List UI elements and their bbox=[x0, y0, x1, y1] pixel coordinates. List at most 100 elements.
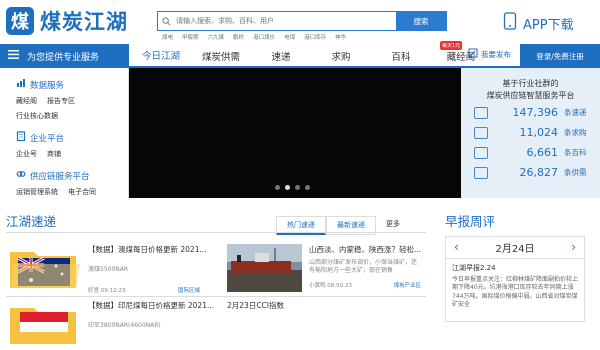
menu-link[interactable]: 行业核心数据 bbox=[16, 111, 128, 121]
hot-word[interactable]: 甲醇期 bbox=[182, 33, 199, 41]
carousel-dot[interactable] bbox=[275, 185, 280, 190]
menu-link[interactable]: 藏经阁 bbox=[16, 96, 37, 106]
news-category[interactable]: 煤炭产业区 bbox=[393, 281, 421, 289]
stat-label: 条百科 bbox=[564, 148, 587, 157]
carousel-dot[interactable] bbox=[305, 185, 310, 190]
link-icon bbox=[16, 169, 26, 182]
brief-item-title[interactable]: 江湖早报2.24 bbox=[452, 264, 578, 273]
service-menu-label: 为您提供专业服务 bbox=[27, 52, 100, 63]
divider bbox=[6, 232, 426, 233]
news-category[interactable]: 国际区域 bbox=[178, 286, 200, 294]
menu-section-label: 供应链服务平台 bbox=[30, 171, 90, 182]
banner-carousel[interactable] bbox=[129, 68, 461, 198]
tab-today[interactable]: 今日江湖 bbox=[131, 44, 191, 68]
stats-header-line: 基于行业社群的 bbox=[502, 79, 559, 88]
service-menu-toggle[interactable]: 为您提供专业服务 bbox=[0, 44, 129, 68]
brief-panel: ‹ 2月24日 › 江湖早报2.24 今日早报重点关注：红柳林煤矿降面副拍价较上… bbox=[445, 236, 585, 322]
hot-search-words: 煤电 甲醇期 六九媒 鹏桥 港口煤价 电煤 港口库存 神华 bbox=[162, 33, 346, 41]
hot-word[interactable]: 神华 bbox=[335, 33, 346, 41]
brief-item-text: 今日早报重点关注：红柳林煤矿降面副拍价较上期下降40元。坑港海港口库存较去年同期… bbox=[452, 275, 579, 309]
hot-word[interactable]: 煤电 bbox=[162, 33, 173, 41]
stat-row-express[interactable]: 147,396 条速递 bbox=[461, 103, 600, 122]
menu-section-title[interactable]: 供应链服务平台 bbox=[16, 169, 128, 182]
chart-icon bbox=[16, 78, 26, 91]
news-card-title[interactable]: 山西淡、内蒙稳、陕西涨？轻松... bbox=[309, 244, 421, 255]
carousel-dot[interactable] bbox=[295, 185, 300, 190]
phone-icon bbox=[503, 12, 517, 34]
news-card-title[interactable]: 2月23日CCI指数 bbox=[227, 300, 284, 311]
main-nav: 为您提供专业服务 今日江湖 煤炭供需 速递 求购 百科 藏经阁 每天1元 我要发… bbox=[0, 41, 600, 68]
menu-link[interactable]: 报告专区 bbox=[47, 96, 75, 106]
stat-label: 条供需 bbox=[564, 168, 587, 177]
app-download-link[interactable]: APP下载 bbox=[503, 12, 574, 34]
menu-section-enterprise: 企业平台 企业号 商铺 bbox=[0, 121, 128, 159]
chevron-left-icon[interactable]: ‹ bbox=[454, 240, 459, 254]
brief-date: 2月24日 bbox=[495, 244, 535, 255]
search-button[interactable]: 搜索 bbox=[396, 12, 446, 30]
hot-word[interactable]: 鹏桥 bbox=[233, 33, 244, 41]
stat-value: 11,024 bbox=[519, 126, 559, 139]
service-menu: 数据服务 藏经阁 报告专区 行业核心数据 企业平台 企业号 商铺 供应链服务平台… bbox=[0, 68, 129, 198]
news-card-body: 山西淡、内蒙稳、陕西涨？轻松... 山西部分煤矿发布调价，小保当煤矿，还有榆阳地… bbox=[309, 244, 421, 289]
login-register-button[interactable]: 登录/免费注册 bbox=[520, 44, 600, 68]
news-card-body: 2月23日CCI指数 bbox=[227, 300, 284, 311]
stat-value: 6,661 bbox=[526, 146, 559, 159]
cart-icon bbox=[474, 166, 488, 179]
stat-label: 条速递 bbox=[564, 108, 587, 117]
news-time: 08:50:23 bbox=[327, 283, 352, 289]
hot-word[interactable]: 六九媒 bbox=[208, 33, 225, 41]
menu-link[interactable]: 商铺 bbox=[47, 149, 61, 159]
stats-panel: 基于行业社群的 煤炭供应链智慧服务平台 147,396 条速递 11,024 条… bbox=[461, 68, 600, 198]
news-author[interactable]: 小黄鸭 bbox=[309, 283, 326, 289]
news-card-summary: 印尼3800NAR(4600NAR) bbox=[88, 322, 161, 329]
edit-icon bbox=[468, 48, 478, 60]
news-author[interactable]: 好意 bbox=[88, 288, 99, 294]
news-card-meta: 好意 09:12:23 国际区域 bbox=[88, 286, 200, 294]
folder-indonesia-thumbnail bbox=[6, 300, 81, 348]
stat-row-supply[interactable]: 26,827 条供需 bbox=[461, 163, 600, 182]
carousel-dot-active[interactable] bbox=[285, 185, 290, 190]
tab-purchase[interactable]: 求购 bbox=[311, 44, 371, 68]
menu-section-label: 企业平台 bbox=[30, 133, 65, 144]
site-logo[interactable]: 煤 煤炭江湖 bbox=[6, 6, 128, 36]
news-card-body: 【数据】澳煤每日价格更新 2021... 澳煤5500NAR 好意 09:12:… bbox=[88, 244, 207, 294]
tab-wiki[interactable]: 百科 bbox=[371, 44, 431, 68]
stat-value: 147,396 bbox=[512, 106, 559, 119]
search-input[interactable] bbox=[174, 12, 396, 30]
menu-link[interactable]: 企业号 bbox=[16, 149, 37, 159]
brief-content: 江湖早报2.24 今日早报重点关注：红柳林煤矿降面副拍价较上期下降40元。坑港海… bbox=[446, 259, 584, 315]
news-card-title[interactable]: 【数据】澳煤每日价格更新 2021... bbox=[88, 244, 207, 255]
ship-photo-thumbnail bbox=[227, 244, 302, 292]
menu-link[interactable]: 电子合同 bbox=[68, 187, 96, 197]
news-card-summary: 澳煤5500NAR bbox=[88, 266, 129, 273]
stat-row-wiki[interactable]: 6,661 条百科 bbox=[461, 143, 600, 162]
publish-button[interactable]: 我要发布 bbox=[468, 48, 511, 60]
tab-supply-demand[interactable]: 煤炭供需 bbox=[191, 44, 251, 68]
menu-link[interactable]: 运销管理系统 bbox=[16, 187, 58, 197]
book-icon bbox=[474, 146, 488, 159]
top-header: 煤 煤炭江湖 搜索 煤电 甲醇期 六九媒 鹏桥 港口煤价 电煤 港口库存 神华 … bbox=[0, 0, 600, 44]
logo-mark: 煤 bbox=[6, 7, 34, 35]
logo-text: 煤炭江湖 bbox=[40, 10, 128, 34]
app-download-label: APP下载 bbox=[523, 17, 574, 33]
brief-section-title: 早报周评 bbox=[445, 214, 496, 229]
jianghu-section-title: 江湖速递 bbox=[6, 214, 57, 229]
news-card-summary: 山西部分煤矿发布调价，小保当煤矿，还有榆阳地方一些大矿，现在销售 bbox=[309, 259, 418, 274]
tab-express[interactable]: 速递 bbox=[251, 44, 311, 68]
stat-row-purchase[interactable]: 11,024 条求购 bbox=[461, 123, 600, 142]
menu-section-supply-chain: 供应链服务平台 运销管理系统 电子合同 bbox=[0, 159, 128, 197]
folder-australia-thumbnail bbox=[6, 244, 81, 292]
menu-section-title[interactable]: 数据服务 bbox=[16, 78, 128, 91]
menu-section-title[interactable]: 企业平台 bbox=[16, 131, 128, 144]
hot-word[interactable]: 电煤 bbox=[284, 33, 295, 41]
search-icon bbox=[158, 12, 174, 30]
news-card-body: 【数据】印尼煤每日价格更新 2021... 印尼3800NAR(4600NAR) bbox=[88, 300, 214, 329]
hot-word[interactable]: 港口煤价 bbox=[253, 33, 275, 41]
chevron-right-icon[interactable]: › bbox=[571, 240, 576, 254]
carousel-dots bbox=[275, 185, 310, 190]
search-box: 搜索 bbox=[157, 11, 447, 31]
hot-word[interactable]: 港口库存 bbox=[304, 33, 326, 41]
news-card-title[interactable]: 【数据】印尼煤每日价格更新 2021... bbox=[88, 300, 214, 311]
menu-section-data: 数据服务 藏经阁 报告专区 行业核心数据 bbox=[0, 68, 128, 121]
stat-label: 条求购 bbox=[564, 128, 587, 137]
